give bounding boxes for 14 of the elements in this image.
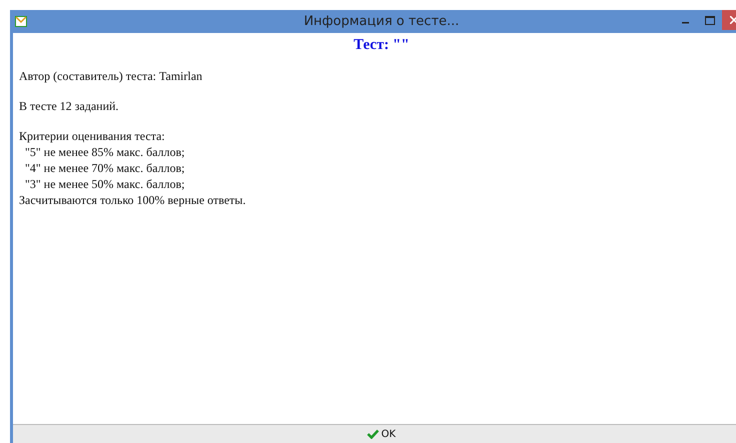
- close-icon: [730, 16, 736, 24]
- info-text: Критерии оценивания теста:: [19, 129, 165, 143]
- maximize-icon: [705, 16, 715, 24]
- ok-button[interactable]: OK: [363, 425, 400, 443]
- test-title: Тест: "": [354, 37, 410, 53]
- envelope-icon: [15, 16, 27, 27]
- criterion-text: "4" не менее 70% макс. баллов;: [24, 161, 185, 175]
- window-title: Информация о тесте...: [304, 14, 460, 29]
- criterion-text: "3" не менее 50% макс. баллов;: [24, 177, 185, 191]
- info-text: В тесте 12 заданий.: [19, 99, 119, 113]
- criterion-text: "5" не менее 85% макс. баллов;: [24, 145, 185, 159]
- info-text: Автор (составитель) теста: Tamirlan: [19, 69, 202, 83]
- info-text: Засчитываются только 100% верные ответы.: [19, 193, 246, 207]
- checkmark-icon: [367, 429, 380, 439]
